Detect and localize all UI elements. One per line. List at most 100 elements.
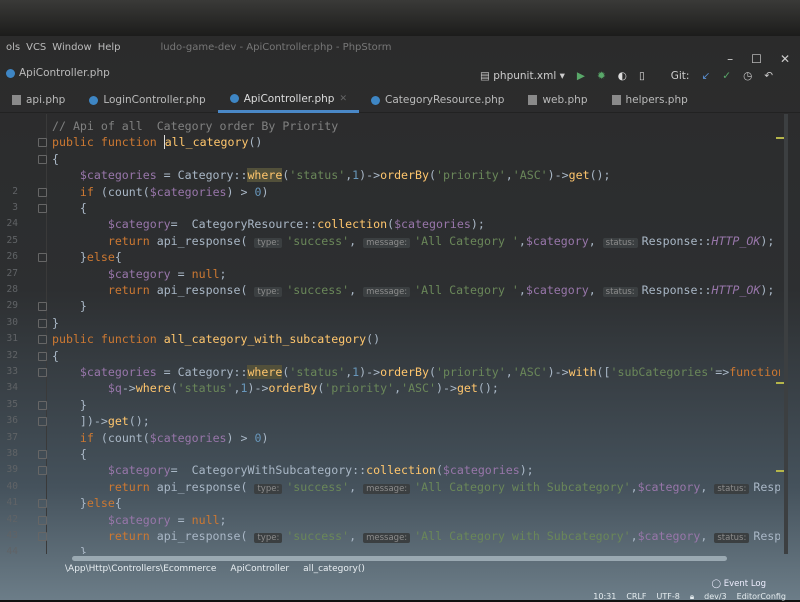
- code-line[interactable]: $categories = Category::where('status',1…: [0, 167, 780, 183]
- code-line[interactable]: 37 if (count($categories) > 0): [0, 430, 780, 446]
- menu-vcs[interactable]: VCS: [26, 42, 46, 53]
- php-file-icon: [528, 95, 538, 105]
- code-line[interactable]: 39 $category= CategoryWithSubcategory::c…: [0, 462, 780, 478]
- warning-marker[interactable]: [776, 137, 784, 139]
- php-class-icon: [229, 94, 239, 103]
- tab-apicontroller-php[interactable]: ApiController.php ✕: [217, 88, 360, 113]
- debug-icon[interactable]: ✹: [597, 70, 606, 82]
- fold-marker-icon[interactable]: [38, 515, 47, 525]
- code-token: )->: [436, 381, 457, 396]
- line-number: 29: [6, 300, 18, 312]
- line-number: 32: [6, 349, 18, 361]
- breadcrumb-class[interactable]: ApiController: [230, 564, 289, 574]
- code-line[interactable]: // Api of all Category order By Priority: [0, 118, 780, 134]
- code-line[interactable]: 34 $q->where('status',1)->orderBy('prior…: [0, 380, 780, 396]
- fold-marker-icon[interactable]: [38, 253, 47, 263]
- code-line[interactable]: 41 }else{: [0, 495, 780, 511]
- vertical-scrollbar[interactable]: [784, 114, 788, 554]
- warning-marker[interactable]: [776, 470, 784, 472]
- fold-marker-icon[interactable]: [38, 154, 47, 164]
- code-token: )->: [547, 365, 569, 379]
- history-icon[interactable]: ◷: [743, 70, 752, 82]
- code-token: ,: [588, 283, 603, 297]
- fold-marker-icon[interactable]: [38, 351, 47, 361]
- menu-help[interactable]: Help: [98, 42, 121, 53]
- warning-marker[interactable]: [776, 382, 784, 384]
- coverage-icon[interactable]: ◐: [618, 70, 627, 82]
- code-line[interactable]: 27 $category = null;: [0, 266, 780, 282]
- fold-marker-icon[interactable]: [38, 450, 47, 459]
- lock-icon[interactable]: 🔒︎: [690, 592, 694, 602]
- tab-helpers-php[interactable]: helpers.php: [600, 89, 700, 111]
- code-line[interactable]: {: [0, 151, 780, 167]
- code-line[interactable]: 3 {: [0, 200, 780, 216]
- tab-categoryresource-php[interactable]: CategoryResource.php: [359, 89, 516, 111]
- code-line[interactable]: 25 return api_response( type:'success', …: [0, 233, 780, 249]
- nav-file[interactable]: ApiController.php: [6, 67, 110, 79]
- fold-marker-icon[interactable]: [38, 466, 47, 476]
- fold-marker-icon[interactable]: [38, 138, 47, 148]
- code-text: return api_response( type:'success', mes…: [52, 528, 780, 546]
- code-line[interactable]: public function all_category(): [0, 134, 780, 150]
- fold-marker-icon[interactable]: [38, 417, 47, 427]
- cursor-position[interactable]: 10:31: [593, 592, 616, 602]
- fold-marker-icon[interactable]: [38, 532, 47, 541]
- fold-marker-icon[interactable]: [38, 335, 47, 345]
- code-text: if (count($categories) > 0): [52, 184, 269, 200]
- code-line[interactable]: 24 $category= CategoryResource::collecti…: [0, 216, 780, 232]
- code-token: return: [107, 233, 157, 248]
- code-line[interactable]: 38 {: [0, 446, 780, 462]
- event-log-button[interactable]: ◯ Event Log: [712, 579, 766, 589]
- run-config-label: phpunit.xml: [493, 70, 557, 82]
- breadcrumb-namespace[interactable]: \App\Http\Controllers\Ecommerce: [65, 564, 216, 574]
- run-config-select[interactable]: ▤ phpunit.xml ▾: [480, 70, 565, 82]
- git-commit-icon[interactable]: ✓: [722, 70, 731, 82]
- code-line[interactable]: 32 {: [0, 348, 780, 364]
- code-line[interactable]: 43 return api_response( type:'success', …: [0, 528, 780, 544]
- fold-marker-icon[interactable]: [38, 204, 47, 213]
- tab-logincontroller-php[interactable]: LoginController.php: [77, 89, 217, 111]
- code-line[interactable]: 29 }: [0, 298, 780, 314]
- breadcrumb-method[interactable]: all_category(): [303, 564, 365, 574]
- code-line[interactable]: 30}: [0, 315, 780, 331]
- code-editor[interactable]: // Api of all Category order By Priority…: [0, 114, 780, 554]
- code-line[interactable]: 35 }: [0, 397, 780, 413]
- code-line[interactable]: 28 return api_response( type:'success', …: [0, 282, 780, 298]
- code-line[interactable]: 31 public function all_category_with_subc…: [0, 331, 780, 347]
- run-icon[interactable]: ▶: [577, 70, 585, 82]
- fold-marker-icon[interactable]: [38, 400, 47, 410]
- php-file-icon: [611, 95, 621, 105]
- code-line[interactable]: 26 }else{: [0, 249, 780, 265]
- code-line[interactable]: 40 return api_response( type:'success', …: [0, 479, 780, 495]
- close-tab-icon[interactable]: ✕: [339, 94, 347, 104]
- fold-marker-icon[interactable]: [38, 318, 47, 328]
- code-token: 'All Category with Subcategory': [414, 529, 631, 543]
- fold-marker-icon[interactable]: [38, 368, 47, 377]
- code-line[interactable]: 36 ])->get();: [0, 413, 780, 429]
- fold-marker-icon[interactable]: [38, 499, 47, 509]
- code-line[interactable]: 2 if (count($categories) > 0): [0, 184, 780, 200]
- fold-marker-icon[interactable]: [38, 302, 47, 312]
- line-number: 41: [6, 497, 18, 509]
- file-encoding[interactable]: UTF-8: [657, 592, 680, 602]
- code-token: 'status': [177, 381, 234, 396]
- code-line[interactable]: 44 }: [0, 544, 780, 554]
- code-token: 'priority': [324, 381, 395, 396]
- code-line[interactable]: 42 $category = null;: [0, 512, 780, 528]
- horizontal-scrollbar[interactable]: [72, 556, 727, 561]
- line-separator[interactable]: CRLF: [626, 592, 646, 602]
- editor-config[interactable]: EditorConfig: [737, 592, 786, 602]
- code-token: 'success': [286, 283, 350, 297]
- tab-web-php[interactable]: web.php: [516, 89, 599, 111]
- rollback-icon[interactable]: ↶: [764, 70, 773, 82]
- menu-tools[interactable]: ols: [6, 42, 20, 53]
- git-branch[interactable]: dev/3: [704, 592, 727, 602]
- stop-icon[interactable]: ▯: [639, 70, 645, 82]
- tab-api-php[interactable]: api.php: [0, 89, 77, 111]
- code-line[interactable]: 33 $categories = Category::where ('status…: [0, 364, 780, 380]
- menu-window[interactable]: Window: [52, 42, 91, 53]
- fold-marker-icon[interactable]: [38, 187, 47, 197]
- git-update-icon[interactable]: ↙: [701, 70, 710, 82]
